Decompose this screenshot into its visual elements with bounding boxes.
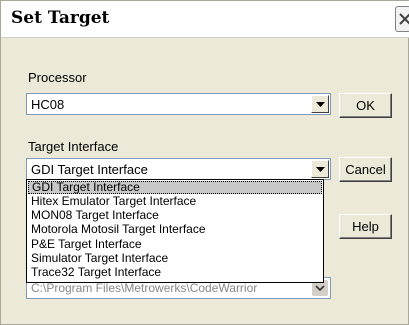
close-button[interactable] <box>395 6 409 32</box>
close-icon <box>399 13 409 25</box>
processor-dropdown-button[interactable] <box>311 95 329 113</box>
dropdown-option[interactable]: GDI Target Interface <box>28 181 322 194</box>
target-interface-label: Target Interface <box>28 139 119 154</box>
dropdown-option[interactable]: Hitex Emulator Target Interface <box>28 195 322 208</box>
dropdown-option[interactable]: MON08 Target Interface <box>28 209 322 222</box>
processor-label: Processor <box>28 70 87 85</box>
dropdown-option[interactable]: P&E Target Interface <box>28 238 322 251</box>
processor-value: HC08 <box>31 97 65 112</box>
target-interface-value: GDI Target Interface <box>31 162 148 177</box>
path-value: C:\Program Files\Metrowerks\CodeWarrior <box>31 281 258 295</box>
dropdown-option[interactable]: Trace32 Target Interface <box>28 266 322 279</box>
chevron-down-icon <box>316 167 325 172</box>
dropdown-option[interactable]: Simulator Target Interface <box>28 252 322 265</box>
help-button[interactable]: Help <box>339 214 392 239</box>
processor-select[interactable]: HC08 <box>26 93 331 115</box>
dialog-title: Set Target <box>11 8 110 28</box>
cancel-button[interactable]: Cancel <box>339 157 392 182</box>
target-interface-dropdown-button[interactable] <box>311 160 329 178</box>
ok-button[interactable]: OK <box>339 93 392 118</box>
target-interface-select[interactable]: GDI Target Interface <box>26 158 331 180</box>
chevron-down-icon <box>315 285 325 291</box>
set-target-dialog: Set Target Processor HC08 OK Target Inte… <box>0 0 409 325</box>
chevron-down-icon <box>316 102 325 107</box>
target-interface-dropdown-list: GDI Target Interface Hitex Emulator Targ… <box>26 179 324 283</box>
dropdown-option[interactable]: Motorola Motosil Target Interface <box>28 223 322 236</box>
title-bar: Set Target <box>1 1 409 38</box>
